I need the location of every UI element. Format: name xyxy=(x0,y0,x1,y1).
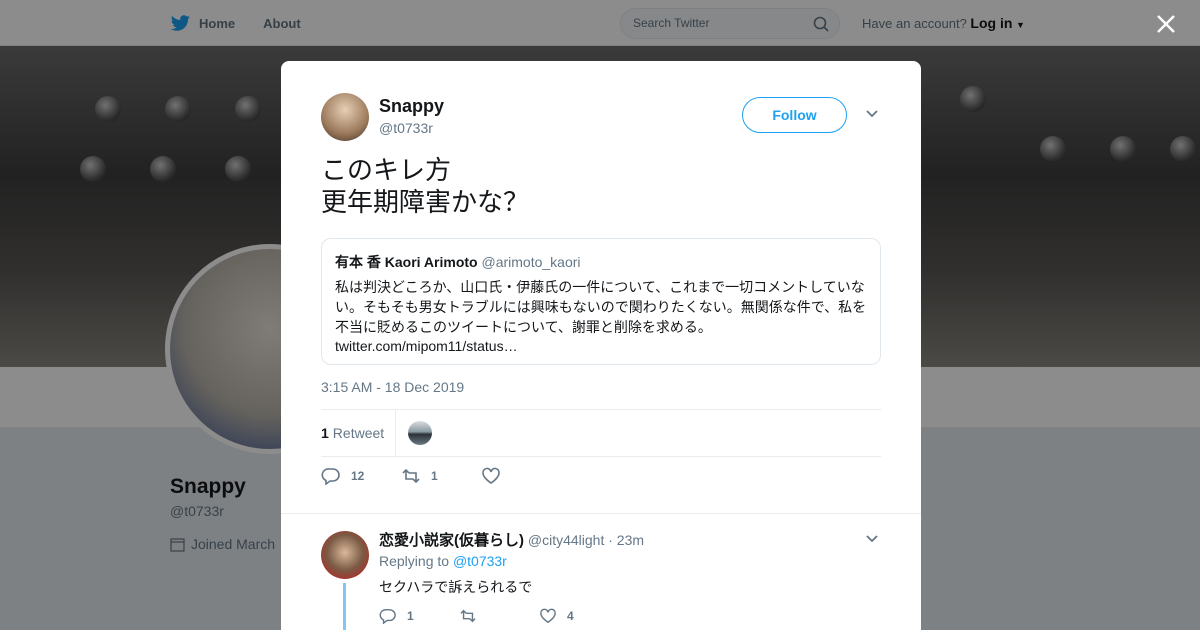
retweet-count: 1 xyxy=(431,469,438,483)
reply-tweet[interactable]: 恋愛小説家(仮暮らし) @city44light · 23m Replying … xyxy=(281,513,921,630)
quoted-tweet-link[interactable]: twitter.com/mipom11/status… xyxy=(335,338,867,354)
retweeter-avatar[interactable] xyxy=(408,421,432,445)
reply-header: 恋愛小説家(仮暮らし) @city44light · 23m xyxy=(379,529,644,550)
tweet-actions: 12 1 xyxy=(321,467,561,485)
tweet-stats: 1 Retweet xyxy=(321,409,881,457)
heart-icon xyxy=(482,467,500,484)
reply-like-count: 4 xyxy=(567,609,574,623)
retweet-stat[interactable]: 1 Retweet xyxy=(321,425,384,441)
follow-button[interactable]: Follow xyxy=(742,97,847,133)
reply-icon xyxy=(321,468,340,485)
chevron-down-icon[interactable] xyxy=(865,534,879,544)
reply-author-name[interactable]: 恋愛小説家(仮暮らし) xyxy=(379,532,524,549)
like-button[interactable] xyxy=(481,467,561,485)
reply-author-avatar[interactable] xyxy=(321,531,369,579)
quoted-author-name: 有本 香 Kaori Arimoto xyxy=(335,254,478,270)
like-button[interactable]: 4 xyxy=(539,608,619,624)
author-avatar[interactable] xyxy=(321,93,369,141)
reply-button[interactable]: 1 xyxy=(379,608,459,624)
replying-to-prefix: Replying to xyxy=(379,553,450,569)
quoted-author-handle: @arimoto_kaori xyxy=(481,254,581,270)
divider xyxy=(395,410,396,457)
reply-time[interactable]: · 23m xyxy=(608,532,644,548)
close-icon[interactable] xyxy=(1155,13,1177,35)
tweet-timestamp[interactable]: 3:15 AM - 18 Dec 2019 xyxy=(321,379,464,395)
heart-icon xyxy=(540,608,556,624)
reply-reply-count: 1 xyxy=(407,609,414,623)
tweet-text: このキレ方 更年期障害かな？ xyxy=(321,155,530,217)
retweet-icon xyxy=(402,468,420,484)
replying-to-link[interactable]: @t0733r xyxy=(453,553,507,569)
chevron-down-icon[interactable] xyxy=(865,109,879,119)
retweet-button[interactable]: 1 xyxy=(401,467,481,485)
author-name[interactable]: Snappy xyxy=(379,96,444,117)
quoted-tweet[interactable]: 有本 香 Kaori Arimoto @arimoto_kaori 私は判決どこ… xyxy=(321,238,881,365)
quoted-tweet-text: 私は判決どころか、山口氏・伊藤氏の一件について、これまで一切コメントしていない。… xyxy=(335,279,867,335)
thread-line xyxy=(343,583,346,630)
reply-actions: 1 4 xyxy=(379,608,619,624)
retweet-icon xyxy=(460,609,476,623)
replying-to: Replying to @t0733r xyxy=(379,553,507,569)
reply-author-handle[interactable]: @city44light xyxy=(528,532,604,548)
retweet-stat-count: 1 xyxy=(321,425,329,441)
quoted-tweet-header: 有本 香 Kaori Arimoto @arimoto_kaori xyxy=(335,252,867,272)
tweet-modal: Snappy @t0733r Follow このキレ方 更年期障害かな？ 有本 … xyxy=(281,61,921,630)
reply-button[interactable]: 12 xyxy=(321,467,401,485)
author-handle[interactable]: @t0733r xyxy=(379,120,433,136)
retweet-stat-label: Retweet xyxy=(332,425,385,441)
reply-count: 12 xyxy=(351,469,365,483)
reply-icon xyxy=(379,609,396,624)
retweet-button[interactable] xyxy=(459,608,539,624)
reply-text: セクハラで訴えられるで xyxy=(379,579,533,595)
